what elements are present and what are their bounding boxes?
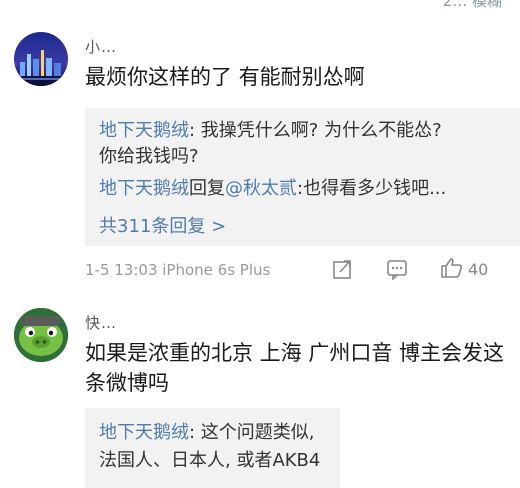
reply-line-cont: 法国人、日本人, 或者AKB4 <box>99 450 321 471</box>
like-icon[interactable] <box>440 257 464 279</box>
reply-count-link[interactable]: 共311条回复 > <box>99 212 226 238</box>
reply-box: 地下天鹅绒: 这个问题类似, 法国人、日本人, 或者AKB4 <box>85 408 340 488</box>
reply-box: 地下天鹅绒: 我操凭什么啊? 为什么不能怂? 你给我钱吗? 地下天鹅绒回复@秋太… <box>85 108 520 246</box>
reply-author[interactable]: 地下天鹅绒 <box>99 120 189 141</box>
comment-text: 最烦你这样的了 有能耐别怂啊 <box>85 65 365 89</box>
reply-line[interactable]: 地下天鹅绒回复@秋太贰:也得看多少钱吧... <box>99 176 446 202</box>
reply-text: 我操凭什么啊? 为什么不能怂? <box>200 120 442 141</box>
comment-text: 如果是浓重的北京 上海 广州口音 博主会发这 <box>85 341 505 365</box>
reply-text: :也得看多少钱吧... <box>297 178 447 199</box>
avatar-cityscape-image <box>14 32 68 86</box>
reply-line[interactable]: 地下天鹅绒: 这个问题类似, <box>99 420 315 446</box>
reply-text: 这个问题类似, <box>200 422 315 443</box>
comment-meta: 1-5 13:03 iPhone 6s Plus <box>85 261 271 279</box>
mention-link[interactable]: @秋太贰 <box>225 178 297 199</box>
share-icon[interactable] <box>332 258 354 280</box>
top-partial-text: 2… 模糊 <box>442 0 502 10</box>
avatar[interactable] <box>14 308 68 362</box>
reply-line[interactable]: 地下天鹅绒: 我操凭什么啊? 为什么不能怂? <box>99 118 442 144</box>
like-count: 40 <box>468 260 489 279</box>
username[interactable]: 快… <box>85 312 117 333</box>
comment-text-cont: 条微博吗 <box>85 371 169 395</box>
comment-icon[interactable] <box>386 258 408 280</box>
reply-line-cont: 你给我钱吗? <box>99 146 199 167</box>
avatar-pig-image <box>14 308 68 362</box>
username[interactable]: 小… <box>85 36 117 57</box>
reply-author[interactable]: 地下天鹅绒 <box>99 178 189 199</box>
reply-author[interactable]: 地下天鹅绒 <box>99 422 189 443</box>
avatar[interactable] <box>14 32 68 86</box>
